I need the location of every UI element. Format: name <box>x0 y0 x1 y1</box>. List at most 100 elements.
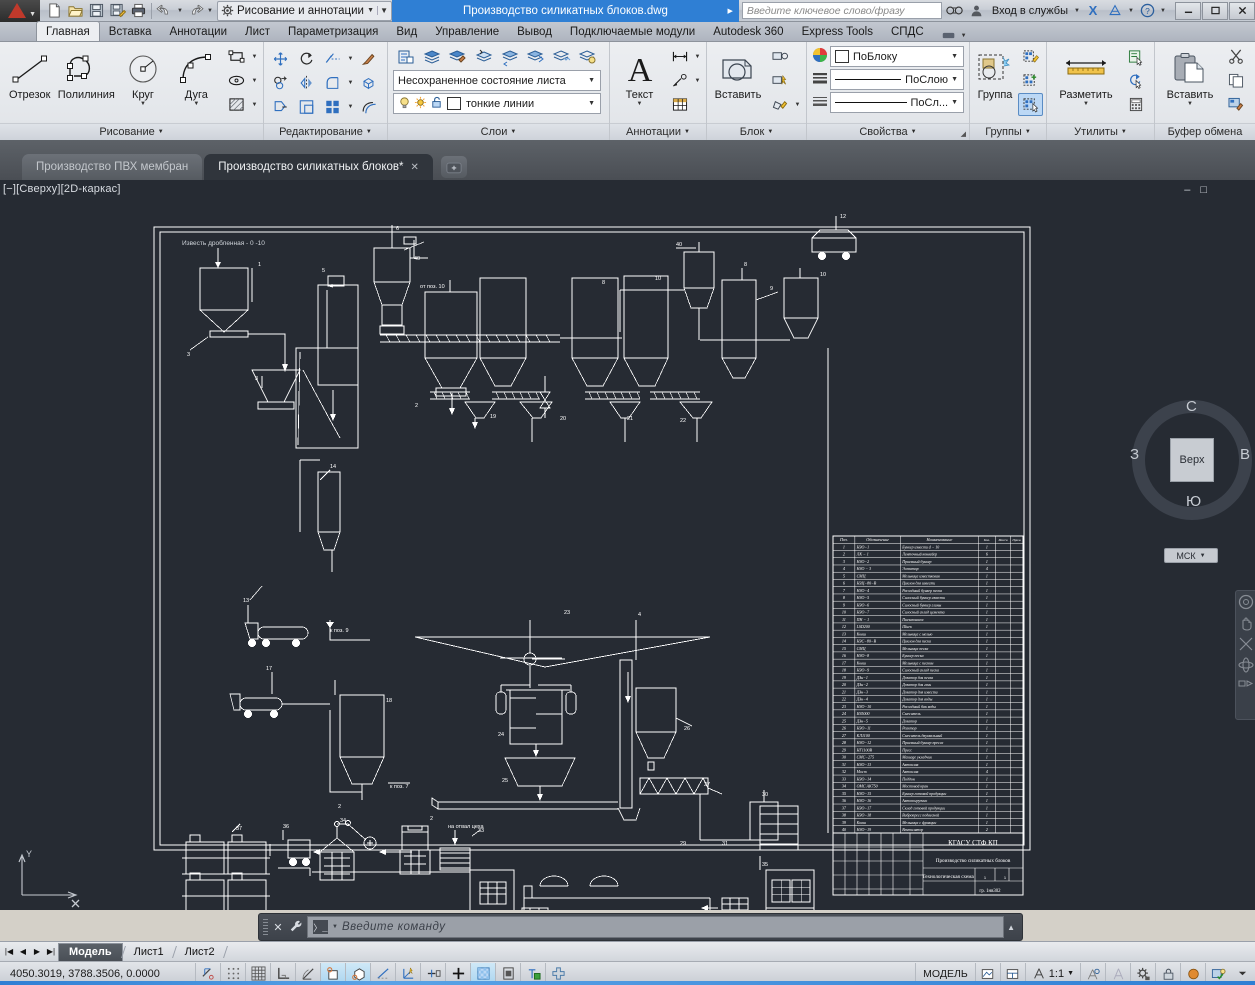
redo-dropdown-icon[interactable]: ▼ <box>206 8 214 14</box>
sun-icon[interactable] <box>414 96 430 112</box>
file-tab-silikat[interactable]: Производство силикатных блоков* ✕ <box>204 154 433 180</box>
ucs-selector[interactable]: МСК ▼ <box>1164 548 1218 563</box>
array-button[interactable] <box>320 95 345 118</box>
wrench-icon[interactable] <box>288 919 304 936</box>
close-icon[interactable]: ✕ <box>271 921 285 934</box>
panel-draw-title[interactable]: Рисование ▼ <box>0 123 263 140</box>
lineweight-icon[interactable] <box>812 93 828 112</box>
mirror-button[interactable] <box>294 71 319 94</box>
command-line-grip[interactable] <box>263 919 268 935</box>
chevron-down-icon[interactable]: ▼ <box>1121 129 1127 135</box>
chevron-down-icon[interactable]: ▼ <box>767 129 773 135</box>
layer-isolate-button[interactable] <box>549 45 574 68</box>
layer-paint-button[interactable] <box>445 45 470 68</box>
trim-button[interactable] <box>320 47 345 70</box>
tab-express-tools[interactable]: Express Tools <box>793 22 882 41</box>
workspace-options-icon[interactable]: ▼ <box>377 6 388 15</box>
panel-properties-title[interactable]: Свойства ▼ ◢ <box>807 123 969 140</box>
rotate-button[interactable] <box>294 47 319 70</box>
arc-button[interactable]: Дуга ▼ <box>171 45 222 108</box>
tab-vstavka[interactable]: Вставка <box>100 22 161 41</box>
new-file-button[interactable] <box>44 1 64 21</box>
document-menu-icon[interactable]: ▶ <box>728 7 733 15</box>
line-button[interactable]: Отрезок <box>4 45 55 102</box>
autodesk-360-icon[interactable] <box>1105 1 1125 21</box>
cycle-select-button[interactable] <box>1123 69 1148 92</box>
exchange-apps-icon[interactable]: X <box>1083 1 1103 21</box>
copy-button[interactable] <box>268 71 293 94</box>
move-button[interactable] <box>268 47 293 70</box>
undo-button[interactable] <box>155 1 175 21</box>
layer-state-combo[interactable]: Несохраненное состояние листа ▼ <box>393 70 601 91</box>
match-properties-button[interactable] <box>1223 93 1248 116</box>
chevron-down-icon[interactable]: ▼ <box>346 47 355 70</box>
next-layout-button[interactable]: ▶ <box>30 944 44 960</box>
chevron-down-icon[interactable]: ▼ <box>346 71 355 94</box>
layout-tab-list1[interactable]: Лист1 <box>124 943 174 961</box>
chevron-down-icon[interactable]: ▼ <box>366 129 372 135</box>
fillet-button[interactable] <box>320 71 345 94</box>
panel-groups-title[interactable]: Группы ▼ <box>970 123 1046 140</box>
edit-group-button[interactable] <box>1018 45 1043 68</box>
plot-button[interactable] <box>128 1 148 21</box>
chevron-down-icon[interactable]: ▼ <box>510 129 516 135</box>
tab-autodesk-360[interactable]: Autodesk 360 <box>704 22 792 41</box>
quick-select-button[interactable] <box>1123 45 1148 68</box>
chevron-down-icon[interactable]: ▼ <box>332 924 338 930</box>
save-button[interactable] <box>86 1 106 21</box>
edit-attribute-button[interactable] <box>767 93 792 116</box>
steering-wheel-icon[interactable] <box>1238 594 1254 610</box>
user-account-icon[interactable] <box>967 1 987 21</box>
save-as-button[interactable] <box>107 1 127 21</box>
panel-utilities-title[interactable]: Утилиты ▼ <box>1047 123 1154 140</box>
object-color-combo[interactable]: ПоБлоку ▼ <box>830 46 964 67</box>
cut-button[interactable] <box>1223 45 1248 68</box>
layer-previous-button[interactable] <box>497 45 522 68</box>
lineweight-combo[interactable]: ПоСл... ▼ <box>830 92 964 113</box>
minimize-button[interactable] <box>1175 1 1201 20</box>
layer-match-button[interactable] <box>523 45 548 68</box>
offset-button[interactable] <box>356 95 381 118</box>
tab-moduli[interactable]: Подключаемые модули <box>561 22 704 41</box>
chevron-down-icon[interactable]: ▼ <box>250 69 259 92</box>
calculator-button[interactable] <box>1123 93 1148 116</box>
define-attribute-button[interactable] <box>767 69 792 92</box>
color-wheel-icon[interactable] <box>812 47 828 66</box>
block-editor-button[interactable] <box>767 45 792 68</box>
tab-spds[interactable]: СПДС <box>882 22 933 41</box>
chevron-down-icon[interactable]: ▼ <box>1200 553 1206 559</box>
chevron-down-icon[interactable]: ▼ <box>693 45 702 68</box>
showmotion-icon[interactable] <box>1238 678 1254 694</box>
view-cube-west-label[interactable]: З <box>1130 446 1139 463</box>
panel-annotation-title[interactable]: Аннотации ▼ <box>610 123 706 140</box>
file-tab-pvh[interactable]: Производство ПВХ мембран <box>22 154 203 180</box>
close-button[interactable] <box>1229 1 1255 20</box>
layout-tab-list2[interactable]: Лист2 <box>175 943 225 961</box>
panel-layers-title[interactable]: Слои ▼ <box>388 123 609 140</box>
layout-tab-model[interactable]: Модель <box>58 942 123 961</box>
tab-annotacii[interactable]: Аннотации <box>161 22 236 41</box>
drawing-canvas[interactable]: [−][Сверху][2D-каркас] – □ Известь дробл… <box>0 180 1255 910</box>
chevron-down-icon[interactable]: ▼ <box>1083 101 1089 107</box>
command-line[interactable]: ✕ 〉_ ▼ Введите команду ▲ <box>258 913 1023 941</box>
group-button[interactable]: Группа <box>974 45 1016 102</box>
panel-modify-title[interactable]: Редактирование ▼ <box>264 123 387 140</box>
chevron-down-icon[interactable]: ▼ <box>693 69 702 92</box>
panel-dialog-launcher-icon[interactable]: ◢ <box>961 130 966 138</box>
help-dropdown-icon[interactable]: ▼ <box>1159 8 1167 14</box>
chevron-down-icon[interactable]: ▼ <box>911 129 917 135</box>
tab-list[interactable]: Лист <box>236 22 279 41</box>
scale-button[interactable] <box>294 95 319 118</box>
chevron-down-icon[interactable]: ▼ <box>1067 970 1074 977</box>
text-button[interactable]: A Текст ▼ <box>614 45 665 108</box>
redo-button[interactable] <box>185 1 205 21</box>
unlock-icon[interactable] <box>430 96 447 112</box>
chevron-down-icon[interactable]: ▼ <box>585 100 598 107</box>
chevron-down-icon[interactable]: ▼ <box>1025 129 1031 135</box>
ribbon-panel-icon[interactable] <box>941 30 957 41</box>
layer-off-button[interactable] <box>575 45 600 68</box>
table-button[interactable] <box>667 93 692 116</box>
pan-hand-icon[interactable] <box>1238 615 1254 631</box>
layer-properties-button[interactable] <box>393 45 418 68</box>
chevron-down-icon[interactable]: ▼ <box>637 101 643 107</box>
